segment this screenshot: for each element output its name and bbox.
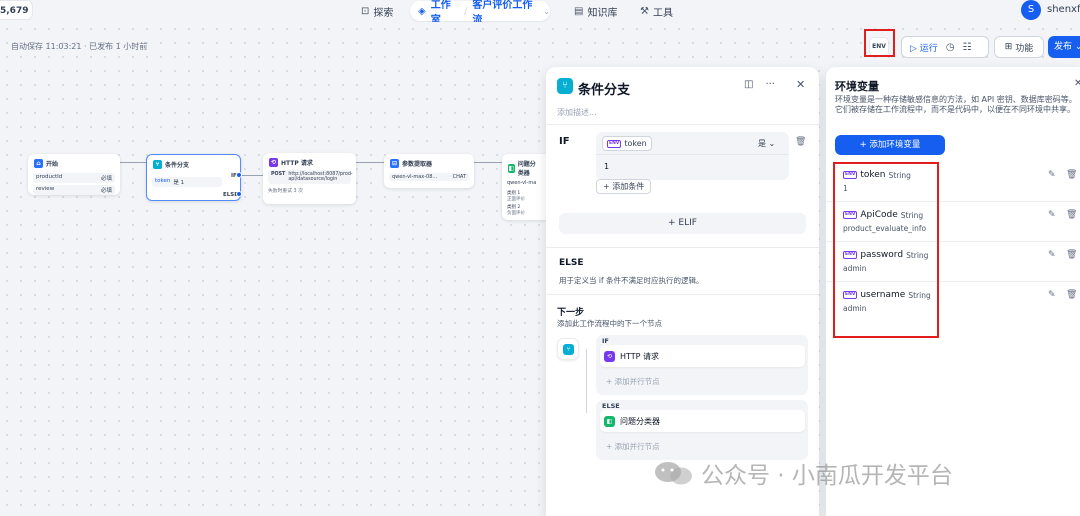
start-var: review 必填	[33, 185, 115, 195]
trash-icon[interactable]: 🗑	[1066, 290, 1077, 300]
env-list-highlight	[833, 162, 939, 338]
env-icon: ENV	[607, 139, 622, 148]
avatar[interactable]: S	[1021, 0, 1041, 20]
nav-knowledge[interactable]: ▤ 知识库	[574, 3, 617, 19]
add-condition-button[interactable]: + 添加条件	[596, 179, 652, 194]
classifier-icon: ◧	[604, 415, 615, 427]
node-extractor[interactable]: ⊟ 参数提取器 qwen-vl-max-08... CHAT	[384, 154, 474, 188]
add-elif-button[interactable]: + ELIF	[559, 213, 806, 234]
branch-icon: ⑂	[557, 78, 573, 94]
studio-icon: ◈	[418, 5, 426, 17]
extract-icon: ⊟	[390, 159, 399, 168]
edge	[120, 162, 146, 163]
else-branch: ELSE ◧ 问题分类器 + 添加并行节点	[596, 400, 808, 460]
if-branch: IF ⟲ HTTP 请求 + 添加并行节点	[596, 335, 808, 395]
else-label: ELSE	[559, 258, 584, 268]
username[interactable]: shenxf	[1047, 4, 1080, 15]
edit-icon[interactable]: ✎	[1048, 210, 1056, 220]
branch-icon: ⑂	[563, 344, 574, 355]
http-request: POST http://localhost:8087/prod-api/datas…	[268, 170, 353, 184]
http-icon: ⟲	[269, 158, 278, 167]
book-icon: ▤	[574, 5, 584, 17]
edge	[241, 175, 263, 176]
checklist-icon[interactable]: ☷	[963, 42, 972, 53]
condition-value-input[interactable]: 1	[604, 162, 609, 171]
watermark: 公众号 · 小南瓜开发平台	[653, 456, 953, 490]
node-http[interactable]: ⟲ HTTP 请求 POST http://localhost:8087/prod-…	[263, 153, 356, 204]
branch-icon: ⑂	[153, 160, 162, 169]
else-handle[interactable]	[236, 191, 242, 197]
panel-title[interactable]: 条件分支	[578, 79, 630, 98]
model-chip: qwen-vl-max-08... CHAT	[389, 173, 469, 181]
edit-icon[interactable]: ✎	[1048, 250, 1056, 260]
env-button-highlight	[864, 29, 895, 57]
node-classifier[interactable]: ◧ 问题分类器 qwen-vl-ma 类别 1 正面评价 类别 2 负面评价	[502, 154, 546, 220]
close-icon[interactable]: ✕	[1074, 78, 1080, 89]
condition-variable[interactable]: ENV token	[602, 136, 652, 151]
condition-box: ENV token 是 ⌄ 1	[596, 132, 789, 180]
trash-icon[interactable]: 🗑	[1066, 210, 1077, 220]
trash-icon[interactable]: 🗑	[1066, 170, 1077, 180]
features-button[interactable]: ⊞ 功能	[994, 36, 1044, 58]
add-env-variable-button[interactable]: + 添加环境变量	[835, 135, 945, 155]
env-panel-title: 环境变量	[835, 80, 879, 93]
start-var: productId 必填	[33, 173, 115, 183]
autosave-status: 自动保存 11:03:21 · 已发布 1 小时前	[11, 42, 148, 51]
run-toolbar: ▷ 运行 ◷ ☷	[901, 36, 989, 58]
github-stars[interactable]: 5,679	[0, 0, 34, 20]
docs-icon[interactable]: ◫	[744, 79, 753, 90]
wechat-icon	[655, 462, 692, 485]
http-icon: ⟲	[604, 350, 615, 362]
next-step-source: ⑂	[557, 338, 579, 360]
features-icon: ⊞	[1004, 42, 1013, 52]
next-step-label: 下一步	[557, 308, 585, 318]
else-description: 用于定义当 if 条件不满足时应执行的逻辑。	[559, 276, 704, 285]
close-icon[interactable]: ✕	[796, 78, 805, 91]
branch-config-panel: ⑂ 条件分支 ◫ ··· ✕ 添加描述... IF ENV token 是 ⌄ …	[546, 67, 819, 516]
next-step-description: 添加此工作流程中的下一个节点	[557, 319, 662, 328]
nav-explore[interactable]: ⊡ 探索	[361, 3, 393, 19]
more-icon[interactable]: ···	[765, 79, 775, 90]
if-label: IF	[559, 136, 570, 147]
node-branch[interactable]: ⑂ 条件分支 IF token 是 1 ELSE	[146, 154, 241, 201]
add-parallel-node[interactable]: + 添加并行节点	[606, 376, 660, 387]
nav-studio[interactable]: ◈ 工作室 / 客户评价工作流 ⌄	[410, 0, 550, 26]
env-panel-description: 环境变量是一种存储敏感信息的方法，如 API 密钥、数据库密码等。它们被存储在工…	[835, 95, 1077, 114]
classifier-icon: ◧	[508, 163, 515, 173]
explore-icon: ⊡	[361, 5, 370, 17]
description-input[interactable]: 添加描述...	[557, 107, 597, 118]
branch-condition: token 是 1	[152, 177, 222, 187]
operator-select[interactable]: 是 ⌄	[758, 138, 775, 149]
branch-target-node[interactable]: ◧ 问题分类器	[600, 410, 805, 432]
home-icon: ⌂	[34, 159, 43, 168]
hammer-icon: ⚒	[640, 5, 649, 17]
edge	[356, 162, 384, 163]
publish-button[interactable]: 发布 ⌄	[1048, 36, 1080, 58]
trash-icon[interactable]: 🗑	[1066, 250, 1077, 260]
run-button[interactable]: ▷ 运行	[910, 41, 938, 54]
edit-icon[interactable]: ✎	[1048, 170, 1056, 180]
node-start[interactable]: ⌂ 开始 productId 必填 review 必填	[28, 154, 120, 195]
nav-tools[interactable]: ⚒ 工具	[640, 3, 673, 19]
history-icon[interactable]: ◷	[946, 42, 955, 53]
edit-icon[interactable]: ✎	[1048, 290, 1056, 300]
top-bar: 5,679 ⊡ 探索 ◈ 工作室 / 客户评价工作流 ⌄ ▤ 知识库 ⚒ 工具 …	[0, 0, 1080, 26]
add-parallel-node[interactable]: + 添加并行节点	[606, 441, 660, 452]
chevron-down-icon: ⌄	[543, 6, 550, 16]
edge	[474, 162, 502, 163]
branch-target-node[interactable]: ⟲ HTTP 请求	[600, 345, 805, 367]
if-handle[interactable]	[236, 172, 242, 178]
trash-icon[interactable]: 🗑	[795, 137, 806, 147]
